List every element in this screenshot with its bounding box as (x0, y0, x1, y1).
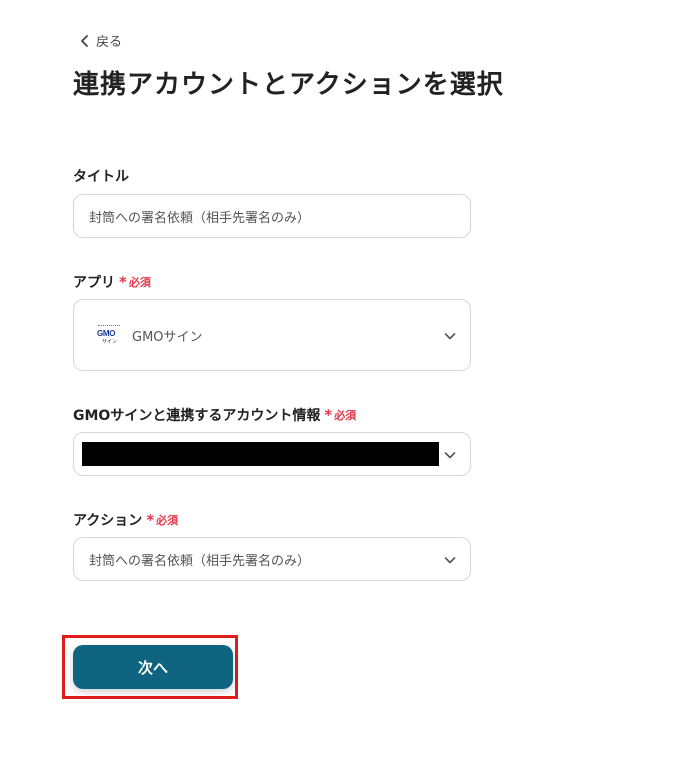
next-button[interactable]: 次へ (73, 645, 233, 689)
chevron-left-icon (80, 34, 90, 47)
account-label-text: GMOサインと連携するアカウント情報 (73, 408, 321, 424)
required-badge: * 必須 (324, 407, 356, 423)
app-select[interactable]: GMO サイン GMOサイン (73, 299, 471, 371)
chevron-down-icon (444, 445, 456, 464)
account-field-label: GMOサインと連携するアカウント情報 * 必須 (73, 405, 356, 425)
back-link[interactable]: 戻る (80, 31, 122, 50)
action-label-text: アクション (73, 513, 143, 529)
title-input[interactable]: 封筒への署名依頼（相手先署名のみ） (73, 194, 471, 238)
title-field-label: タイトル (73, 166, 129, 186)
required-badge: * 必須 (146, 512, 178, 528)
asterisk-icon: * (324, 405, 333, 424)
gmo-sign-logo-icon: GMO サイン (96, 324, 122, 346)
chevron-down-icon (444, 326, 456, 345)
back-label: 戻る (96, 35, 123, 50)
required-text: 必須 (128, 276, 151, 289)
required-text: 必須 (334, 409, 357, 422)
action-select-value: 封筒への署名依頼（相手先署名のみ） (89, 553, 311, 569)
action-select[interactable]: 封筒への署名依頼（相手先署名のみ） (73, 537, 471, 581)
redacted-account-value (82, 442, 439, 466)
asterisk-icon: * (146, 510, 155, 529)
app-select-value: GMOサイン (132, 329, 203, 345)
page-title: 連携アカウントとアクションを選択 (73, 70, 504, 100)
account-select[interactable] (73, 432, 471, 476)
action-field-label: アクション * 必須 (73, 510, 178, 530)
required-text: 必須 (156, 514, 179, 527)
page: 戻る 連携アカウントとアクションを選択 タイトル 封筒への署名依頼（相手先署名の… (0, 0, 700, 767)
app-field-label: アプリ * 必須 (73, 272, 151, 292)
title-input-value: 封筒への署名依頼（相手先署名のみ） (89, 210, 311, 226)
required-badge: * 必須 (119, 274, 151, 290)
chevron-down-icon (444, 550, 456, 569)
app-label-text: アプリ (73, 275, 115, 291)
asterisk-icon: * (119, 272, 127, 291)
title-label-text: タイトル (73, 169, 129, 185)
